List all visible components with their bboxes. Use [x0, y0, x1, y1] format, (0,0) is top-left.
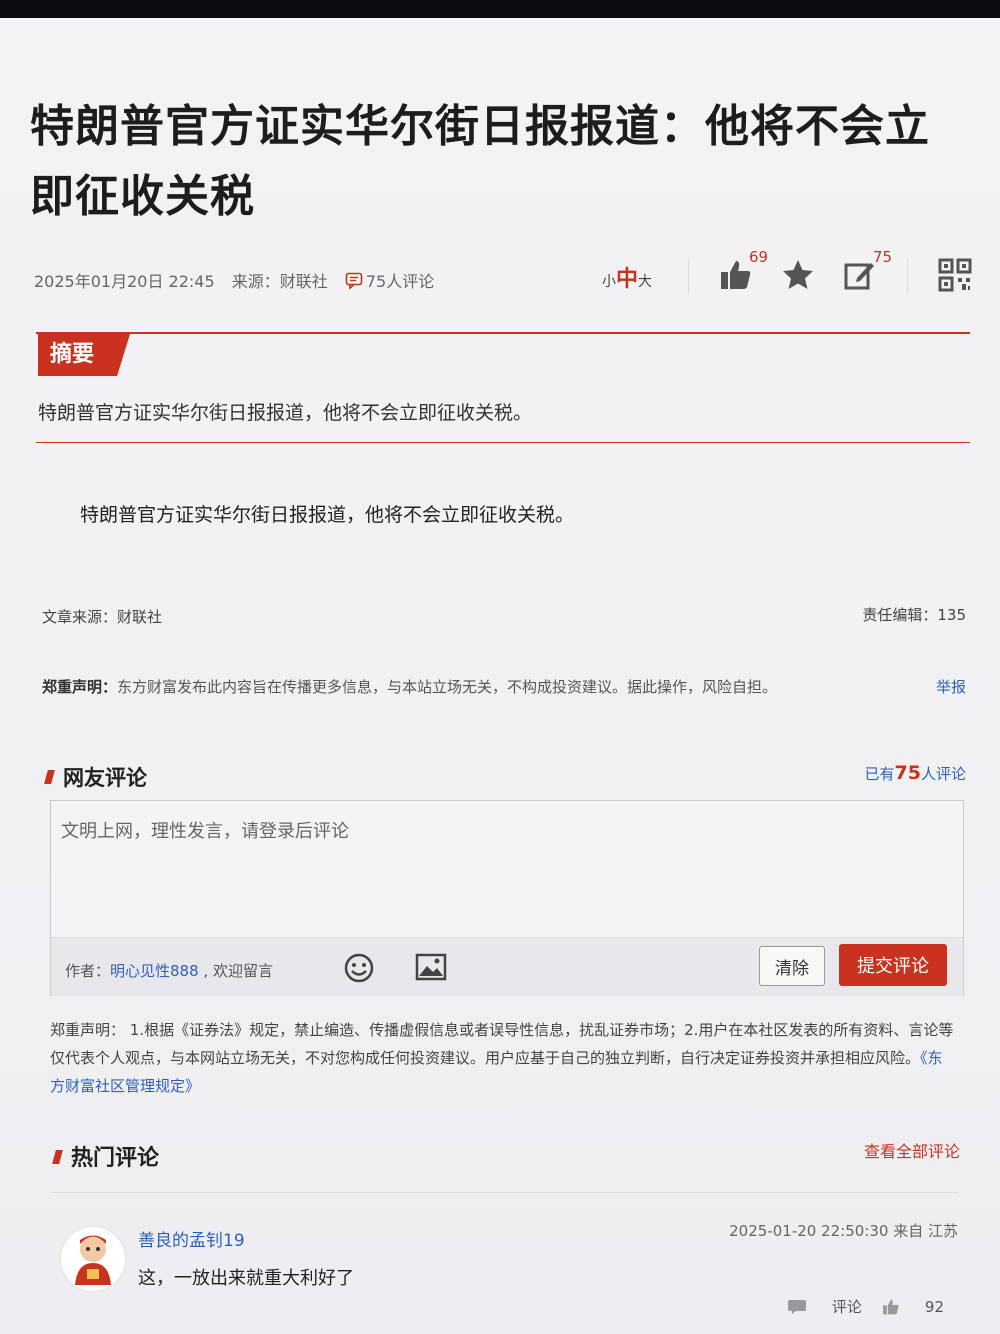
screen-top-bezel: [0, 0, 1000, 18]
favorite-button[interactable]: [781, 258, 815, 296]
comment-username[interactable]: 善良的孟钊19: [138, 1226, 245, 1251]
article-toolbar: 小中大 69 75: [602, 248, 972, 302]
author-name-link[interactable]: 明心见性888: [110, 962, 199, 980]
font-size-switch: 小中大: [602, 261, 652, 293]
article-source-meta: 来源：财联社: [231, 272, 328, 291]
comment-like-button[interactable]: 92: [882, 1298, 944, 1316]
thumbs-up-icon: [721, 261, 751, 289]
section-marker: [52, 1150, 63, 1164]
font-small-option[interactable]: 小: [602, 274, 616, 290]
reply-icon: [787, 1299, 806, 1314]
insert-image-button[interactable]: [415, 952, 447, 986]
reply-label: 评论: [831, 1298, 862, 1316]
user-avatar-icon: [75, 1235, 111, 1285]
comment-time-location: 2025-01-20 22:50:30 来自 江苏: [729, 1222, 958, 1240]
qr-code-button[interactable]: [938, 258, 972, 296]
author-welcome: , 欢迎留言: [198, 962, 273, 980]
comments-heading: 网友评论: [44, 762, 147, 792]
comment-editor: 作者：明心见性888 , 欢迎留言 清除 提交评论: [50, 800, 964, 996]
report-link[interactable]: 举报: [936, 676, 966, 697]
article-source: 文章来源：财联社: [42, 608, 163, 626]
summary-tag: 摘要: [38, 334, 130, 376]
qr-code-icon: [938, 258, 972, 292]
comment-actions: 评论 92: [767, 1296, 944, 1317]
article-title: 特朗普官方证实华尔街日报报道：他将不会立即征收关税: [30, 101, 930, 222]
smiley-icon: [344, 953, 374, 983]
font-large-option[interactable]: 大: [638, 274, 652, 290]
submit-comment-button[interactable]: 提交评论: [839, 944, 947, 986]
view-all-comments-link[interactable]: 查看全部评论: [864, 1138, 960, 1162]
comment-like-count: 92: [924, 1297, 944, 1316]
author-label: 作者：: [65, 962, 111, 980]
disclaimer: 郑重声明：东方财富发布此内容旨在传播更多信息，与本站立场无关，不构成投资建议。据…: [42, 676, 777, 697]
total-comments-suffix: 人评论: [920, 765, 966, 783]
avatar[interactable]: [60, 1226, 126, 1292]
comment-text: 这，一放出来就重大利好了: [138, 1268, 354, 1289]
responsible-editor: 责任编辑：135: [862, 606, 966, 624]
comment-icon: [345, 272, 363, 290]
comment-count-link[interactable]: 75人评论: [345, 272, 446, 291]
community-disclaimer: 郑重声明： 1.根据《证券法》规定，禁止编造、传播虚假信息或者误导性信息，扰乱证…: [50, 1016, 954, 1100]
summary-text: 特朗普官方证实华尔街日报报道，他将不会立即征收关税。: [38, 402, 533, 424]
edit-icon: [844, 263, 874, 290]
hot-comments-heading-text: 热门评论: [71, 1146, 160, 1171]
community-disclaimer-text: 郑重声明： 1.根据《证券法》规定，禁止编造、传播虚假信息或者误导性信息，扰乱证…: [50, 1021, 954, 1067]
total-comments-link[interactable]: 已有75人评论: [865, 762, 966, 784]
image-icon: [415, 953, 447, 981]
comment-editor-footer: 作者：明心见性888 , 欢迎留言 清除 提交评论: [51, 937, 963, 996]
total-comments-prefix: 已有: [864, 765, 895, 783]
like-button[interactable]: 69: [719, 248, 768, 296]
hot-comments-heading: 热门评论: [52, 1140, 160, 1172]
comment-count-text: 75人评论: [365, 272, 435, 291]
toolbar-divider: [688, 259, 689, 295]
total-comments-count: 75: [894, 762, 921, 784]
clear-button[interactable]: 清除: [759, 946, 825, 986]
publish-date: 2025年01月20日 22:45: [34, 272, 215, 291]
summary-bottom-rule: [36, 442, 970, 443]
font-medium-option[interactable]: 中: [616, 267, 638, 292]
comments-heading-text: 网友评论: [63, 766, 147, 790]
comment-input[interactable]: [59, 815, 943, 929]
emoji-button[interactable]: [343, 952, 375, 988]
comment-edit-count: 75: [873, 248, 893, 266]
like-count: 69: [749, 248, 769, 266]
thumbs-up-icon: [882, 1299, 899, 1314]
comment-author: 作者：明心见性888 , 欢迎留言: [65, 960, 273, 981]
write-comment-button[interactable]: 75: [843, 248, 892, 296]
summary-top-rule: [36, 332, 970, 334]
reply-button[interactable]: 评论: [787, 1296, 862, 1317]
article-meta: 2025年01月20日 22:45 来源：财联社 75人评论: [34, 268, 458, 292]
toolbar-divider: [907, 259, 908, 295]
hot-comments-divider: [52, 1192, 958, 1193]
article-body-paragraph: 特朗普官方证实华尔街日报报道，他将不会立即征收关税。: [80, 504, 575, 526]
section-marker: [44, 770, 55, 784]
disclaimer-text: 东方财富发布此内容旨在传播更多信息，与本站立场无关，不构成投资建议。据此操作，风…: [117, 678, 778, 696]
disclaimer-label: 郑重声明：: [42, 678, 118, 696]
star-icon: [783, 260, 813, 289]
